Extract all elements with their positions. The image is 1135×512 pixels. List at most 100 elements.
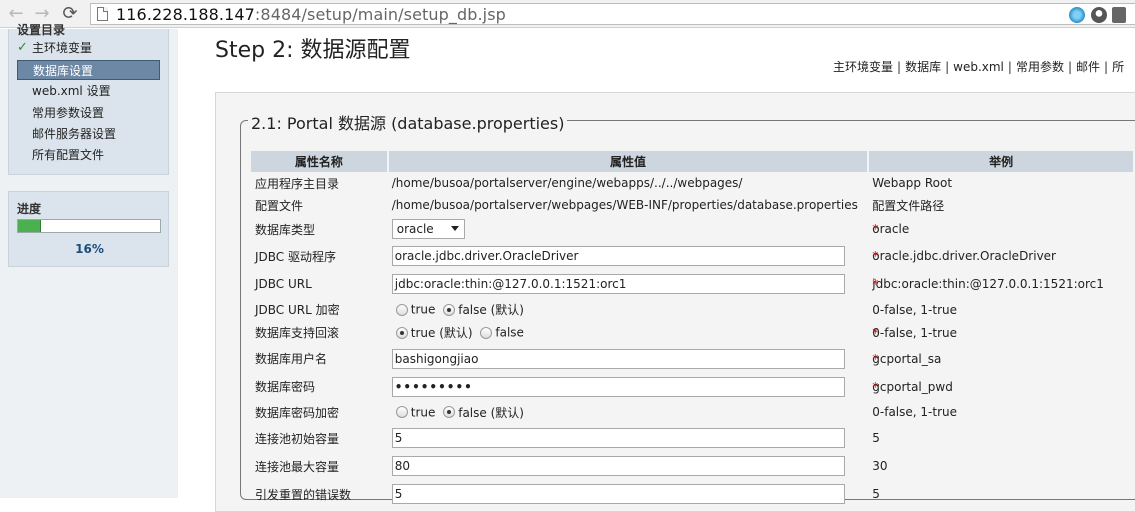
prop-name: JDBC 驱动程序 — [255, 249, 336, 264]
required-marker: * — [872, 351, 879, 366]
select-value: oracle — [396, 222, 434, 236]
radio-label: true — [410, 302, 436, 317]
pool-max-input[interactable]: 80 — [391, 456, 845, 476]
prop-example: gcportal_pwd — [872, 379, 953, 394]
menu-item-database[interactable]: 数据库设置 — [17, 60, 160, 80]
table-row: JDBC 驱动程序 oracle.jdbc.driver.OracleDrive… — [251, 242, 1134, 270]
prop-example: gcportal_sa — [872, 351, 942, 366]
prop-name: 引发重置的错误数 — [255, 487, 352, 502]
table-row: 应用程序主目录 /home/busoa/portalserver/engine/… — [251, 172, 1134, 194]
table-row: JDBC URL 加密 true false (默认) 0-false, 1-t… — [251, 298, 1134, 321]
page-icon — [97, 7, 108, 21]
table-row: 连接池最大容量 80 30 — [251, 452, 1134, 480]
prop-name: 数据库支持回滚 — [255, 326, 340, 340]
table-row: 数据库密码加密 true false (默认) 0-false, 1-true — [251, 400, 1134, 424]
menu-item-allfiles[interactable]: 所有配置文件 — [17, 145, 160, 165]
db-password-input[interactable]: ••••••••• — [391, 376, 845, 397]
radio-false[interactable] — [480, 326, 493, 339]
table-row: 配置文件 /home/busoa/portalserver/webpages/W… — [251, 194, 1134, 216]
menu-item-label: 所有配置文件 — [32, 148, 105, 162]
required-marker: * — [872, 222, 879, 236]
table-row: JDBC URL jdbc:oracle:thin:@127.0.0.1:152… — [251, 270, 1134, 298]
check-icon: ✓ — [17, 40, 28, 55]
top-nav-links: 主环境变量 | 数据库 | web.xml | 常用参数 | 邮件 | 所 — [833, 60, 1125, 74]
prop-name: 数据库类型 — [255, 222, 316, 237]
left-sidebar: 设置目录 ✓ 主环境变量 数据库设置 web.xml 设置 常用参数设置 邮件服… — [0, 23, 178, 498]
top-link-env[interactable]: 主环境变量 — [833, 60, 893, 74]
radio-false[interactable] — [443, 303, 456, 316]
menu-item-env[interactable]: ✓ 主环境变量 — [17, 38, 160, 58]
top-link-mail[interactable]: 邮件 — [1076, 60, 1100, 74]
db-type-select[interactable]: oracle — [391, 219, 465, 239]
prop-example: Webapp Root — [872, 176, 953, 190]
prop-name: 连接池初始容量 — [255, 431, 340, 446]
menu-item-label: 数据库设置 — [33, 64, 94, 78]
prop-name: 应用程序主目录 — [255, 176, 340, 191]
required-marker: * — [872, 249, 879, 263]
table-row: 数据库支持回滚 true (默认) false * 0-false, 1-true — [251, 321, 1134, 344]
menu-item-webxml[interactable]: web.xml 设置 — [17, 81, 160, 101]
url-text[interactable]: 116.228.188.147:8484/setup/main/setup_db… — [116, 5, 506, 24]
section-legend: 2.1: Portal 数据源 (database.properties) — [248, 110, 568, 134]
table-row: 连接池初始容量 5 5 — [251, 424, 1134, 452]
prop-example: oracle.jdbc.driver.OracleDriver — [872, 249, 1056, 263]
prop-name: JDBC URL — [255, 277, 312, 291]
col-header-example: 举例 — [868, 151, 1135, 172]
radio-label: false — [495, 325, 524, 340]
prop-name: 数据库密码加密 — [255, 405, 340, 420]
prop-example: 5 — [872, 431, 880, 445]
db-username-input[interactable]: bashigongjiao — [391, 348, 845, 369]
prop-example: 0-false, 1-true — [872, 325, 957, 340]
prop-example: jdbc:oracle:thin:@127.0.0.1:1521:orc1 — [872, 277, 1104, 291]
radio-true[interactable] — [395, 303, 408, 316]
menu-item-common[interactable]: 常用参数设置 — [17, 103, 160, 123]
prop-example: 5 — [872, 487, 880, 501]
url-path: :8484/setup/main/setup_db.jsp — [254, 5, 506, 24]
properties-table: 属性名称 属性值 举例 应用程序主目录 /home/busoa/portalse… — [251, 151, 1135, 508]
top-link-all[interactable]: 所 — [1112, 60, 1124, 74]
progress-bar — [17, 219, 161, 233]
radio-true[interactable] — [395, 326, 408, 339]
setup-menu: 设置目录 ✓ 主环境变量 数据库设置 web.xml 设置 常用参数设置 邮件服… — [8, 23, 169, 175]
menu-item-label: 邮件服务器设置 — [32, 127, 117, 141]
address-bar[interactable]: 116.228.188.147:8484/setup/main/setup_db… — [90, 3, 1135, 25]
prop-name: 配置文件 — [255, 198, 304, 213]
bulb-extension-icon[interactable] — [1091, 7, 1107, 23]
col-header-value: 属性值 — [387, 151, 870, 172]
radio-label: true — [410, 405, 436, 419]
page-title: Step 2: 数据源配置 — [215, 38, 411, 63]
progress-fill — [18, 220, 41, 232]
progress-title: 进度 — [17, 202, 42, 216]
menu-title: 设置目录 — [17, 23, 66, 37]
jdbc-url-input[interactable]: jdbc:oracle:thin:@127.0.0.1:1521:orc1 — [391, 274, 845, 294]
col-header-name: 属性名称 — [251, 151, 389, 172]
required-marker: * — [872, 379, 879, 394]
top-link-db[interactable]: 数据库 — [905, 60, 941, 74]
radio-true[interactable] — [395, 406, 408, 418]
menu-item-label: 常用参数设置 — [32, 106, 105, 120]
prop-name: 数据库用户名 — [255, 352, 328, 366]
prop-name: JDBC URL 加密 — [255, 303, 340, 317]
table-row: 引发重置的错误数 5 5 — [251, 480, 1134, 508]
jdbc-driver-input[interactable]: oracle.jdbc.driver.OracleDriver — [391, 246, 845, 266]
prop-value: /home/busoa/portalserver/webpages/WEB-IN… — [391, 198, 858, 212]
progress-panel: 进度 16% — [8, 191, 169, 267]
progress-percent: 16% — [75, 242, 104, 256]
table-row: 数据库类型 oracle * oracle — [251, 216, 1134, 242]
menu-extension-icon[interactable] — [1112, 7, 1126, 23]
radio-false[interactable] — [443, 406, 456, 418]
reset-error-count-input[interactable]: 5 — [391, 484, 845, 504]
prop-value: /home/busoa/portalserver/engine/webapps/… — [391, 176, 743, 190]
menu-item-mail[interactable]: 邮件服务器设置 — [17, 124, 160, 144]
top-link-common[interactable]: 常用参数 — [1016, 60, 1064, 74]
gear-extension-icon[interactable] — [1069, 7, 1085, 23]
menu-item-label: web.xml 设置 — [32, 84, 111, 98]
prop-example: 0-false, 1-true — [872, 302, 957, 317]
radio-label: false (默认) — [458, 303, 524, 317]
browser-toolbar: ← → ⟳ 116.228.188.147:8484/setup/main/se… — [0, 0, 1135, 28]
pool-initial-input[interactable]: 5 — [391, 428, 845, 448]
top-link-webxml[interactable]: web.xml — [953, 60, 1004, 74]
radio-label: true (默认) — [410, 326, 473, 340]
required-marker: * — [872, 325, 879, 340]
table-row: 数据库用户名 bashigongjiao * gcportal_sa — [251, 344, 1134, 373]
